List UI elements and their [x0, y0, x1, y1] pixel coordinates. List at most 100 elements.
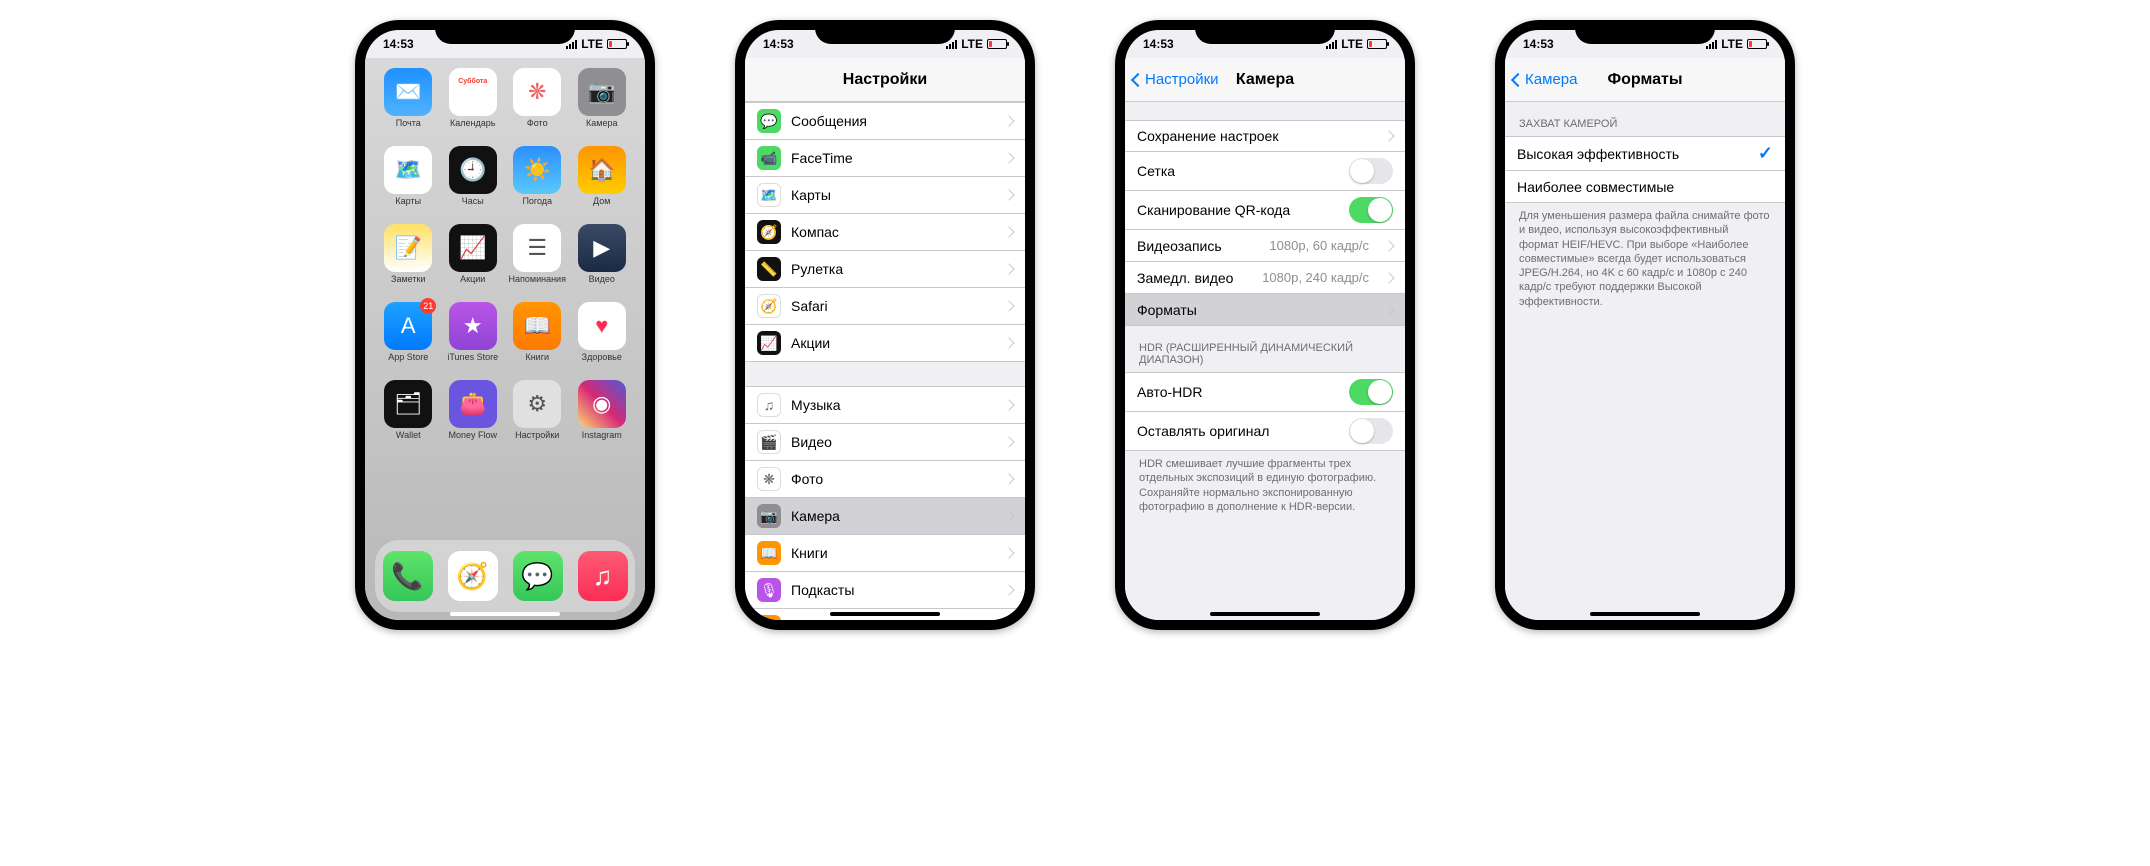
chevron-left-icon [1131, 72, 1145, 86]
row-label: Музыка [791, 397, 995, 413]
app-Календарь[interactable]: Суббота15Календарь [444, 68, 503, 140]
app-Акции[interactable]: 📈Акции [444, 224, 503, 296]
camera-row-Оставлять оригинал[interactable]: Оставлять оригинал [1125, 412, 1405, 451]
row-icon: 🧭 [757, 220, 781, 244]
app-Здоровье[interactable]: ♥Здоровье [573, 302, 632, 374]
status-time: 14:53 [1523, 37, 1554, 51]
camera-row-Форматы[interactable]: Форматы [1125, 294, 1405, 326]
settings-row-Подкасты[interactable]: 🎙Подкасты [745, 572, 1025, 609]
chevron-right-icon [1003, 510, 1014, 521]
back-button[interactable]: Камера [1505, 71, 1577, 88]
format-option-Наиболее совместимые[interactable]: Наиболее совместимые [1505, 171, 1785, 203]
row-label: iTunes U [791, 619, 995, 620]
check-icon: ✓ [1758, 143, 1773, 164]
app-iTunes Store[interactable]: ★iTunes Store [444, 302, 503, 374]
notch [815, 20, 955, 44]
app-Money Flow[interactable]: 👛Money Flow [444, 380, 503, 452]
camera-row-Сетка[interactable]: Сетка [1125, 152, 1405, 191]
dock: 📞 🧭 💬 ♫ [375, 540, 635, 612]
app-label: Настройки [515, 430, 559, 440]
row-icon: ♫ [757, 393, 781, 417]
settings-row-Видео[interactable]: 🎬Видео [745, 424, 1025, 461]
camera-settings-list[interactable]: Сохранение настроек Сетка Сканирование QR-… [1125, 102, 1405, 620]
dock-music[interactable]: ♫ [578, 551, 628, 601]
app-Камера[interactable]: 📷Камера [573, 68, 632, 140]
app-label: Почта [396, 118, 421, 128]
app-icon: 📷 [578, 68, 626, 116]
app-Instagram[interactable]: ◉Instagram [573, 380, 632, 452]
camera-row-Замедл. видео[interactable]: Замедл. видео1080p, 240 кадр/с [1125, 262, 1405, 294]
formats-section-header: ЗАХВАТ КАМЕРОЙ [1505, 102, 1785, 136]
settings-row-Акции[interactable]: 📈Акции [745, 325, 1025, 362]
settings-row-Музыка[interactable]: ♫ Музыка [745, 386, 1025, 424]
app-Видео[interactable]: ▶︎Видео [573, 224, 632, 296]
dock-phone[interactable]: 📞 [383, 551, 433, 601]
dock-safari[interactable]: 🧭 [448, 551, 498, 601]
status-carrier: LTE [1341, 37, 1363, 51]
switch[interactable] [1349, 158, 1393, 184]
app-label: Заметки [391, 274, 425, 284]
battery-icon [1747, 39, 1767, 49]
nav-bar: Настройки [745, 58, 1025, 102]
format-option-Высокая эффективность[interactable]: Высокая эффективность ✓ [1505, 136, 1785, 171]
row-label: Компас [791, 224, 995, 240]
app-Карты[interactable]: 🗺️Карты [379, 146, 438, 218]
row-label: Видеозапись [1137, 238, 1259, 254]
settings-row-Сообщения[interactable]: 💬Сообщения [745, 102, 1025, 140]
settings-row-Карты[interactable]: 🗺️Карты [745, 177, 1025, 214]
settings-row-Книги[interactable]: 📖Книги [745, 535, 1025, 572]
settings-row-FaceTime[interactable]: 📹FaceTime [745, 140, 1025, 177]
phone-formats: 14:53 LTE Камера Форматы ЗАХВАТ КАМЕРОЙ … [1495, 20, 1795, 630]
switch[interactable] [1349, 418, 1393, 444]
app-Напоминания[interactable]: ☰Напоминания [508, 224, 567, 296]
back-button[interactable]: Настройки [1125, 71, 1219, 88]
settings-row-Фото[interactable]: ❋Фото [745, 461, 1025, 498]
home-indicator[interactable] [830, 612, 940, 616]
app-Часы[interactable]: 🕘Часы [444, 146, 503, 218]
chevron-right-icon [1003, 399, 1014, 410]
app-Книги[interactable]: 📖Книги [508, 302, 567, 374]
formats-list[interactable]: ЗАХВАТ КАМЕРОЙ Высокая эффективность ✓ Наи… [1505, 102, 1785, 620]
app-Фото[interactable]: ❋Фото [508, 68, 567, 140]
row-icon: 📈 [757, 331, 781, 355]
app-Настройки[interactable]: ⚙︎ Настройки [508, 380, 567, 452]
home-indicator[interactable] [1210, 612, 1320, 616]
camera-row-Авто-HDR[interactable]: Авто-HDR [1125, 372, 1405, 412]
app-label: Календарь [450, 118, 495, 128]
row-label: Сообщения [791, 113, 995, 129]
app-icon: 🗂 [384, 380, 432, 428]
row-label: Высокая эффективность [1517, 146, 1748, 162]
home-grid[interactable]: ✉️ПочтаСуббота15Календарь❋Фото📷Камера 🗺️К… [365, 58, 645, 620]
camera-row-Видеозапись[interactable]: Видеозапись1080p, 60 кадр/с [1125, 230, 1405, 262]
back-label: Настройки [1145, 71, 1219, 88]
app-icon: ▶︎ [578, 224, 626, 272]
app-Дом[interactable]: 🏠Дом [573, 146, 632, 218]
switch[interactable] [1349, 197, 1393, 223]
app-Почта[interactable]: ✉️Почта [379, 68, 438, 140]
chevron-right-icon [1383, 130, 1394, 141]
switch[interactable] [1349, 379, 1393, 405]
settings-row-Safari[interactable]: 🧭Safari [745, 288, 1025, 325]
settings-list[interactable]: 💬Сообщения📹FaceTime🗺️Карты 🧭 Компас 📏Рулетк… [745, 102, 1025, 620]
row-label: Сетка [1137, 163, 1339, 179]
app-Wallet[interactable]: 🗂Wallet [379, 380, 438, 452]
chevron-right-icon [1003, 263, 1014, 274]
row-label: Рулетка [791, 261, 995, 277]
dock-messages[interactable]: 💬 [513, 551, 563, 601]
camera-row-Сканирование QR-кода[interactable]: Сканирование QR-кода [1125, 191, 1405, 230]
home-indicator[interactable] [1590, 612, 1700, 616]
settings-row-Компас[interactable]: 🧭 Компас [745, 214, 1025, 251]
app-App Store[interactable]: A21App Store [379, 302, 438, 374]
app-Заметки[interactable]: 📝Заметки [379, 224, 438, 296]
app-icon: ⚙︎ [513, 380, 561, 428]
settings-row-Камера[interactable]: 📷Камера [745, 498, 1025, 535]
home-indicator[interactable] [450, 612, 560, 616]
settings-row-Рулетка[interactable]: 📏Рулетка [745, 251, 1025, 288]
app-Погода[interactable]: ☀️Погода [508, 146, 567, 218]
camera-row-Сохранение настроек[interactable]: Сохранение настроек [1125, 120, 1405, 152]
chevron-left-icon [1511, 72, 1525, 86]
chevron-right-icon [1383, 304, 1394, 315]
status-carrier: LTE [1721, 37, 1743, 51]
chevron-right-icon [1003, 152, 1014, 163]
app-label: Instagram [582, 430, 622, 440]
